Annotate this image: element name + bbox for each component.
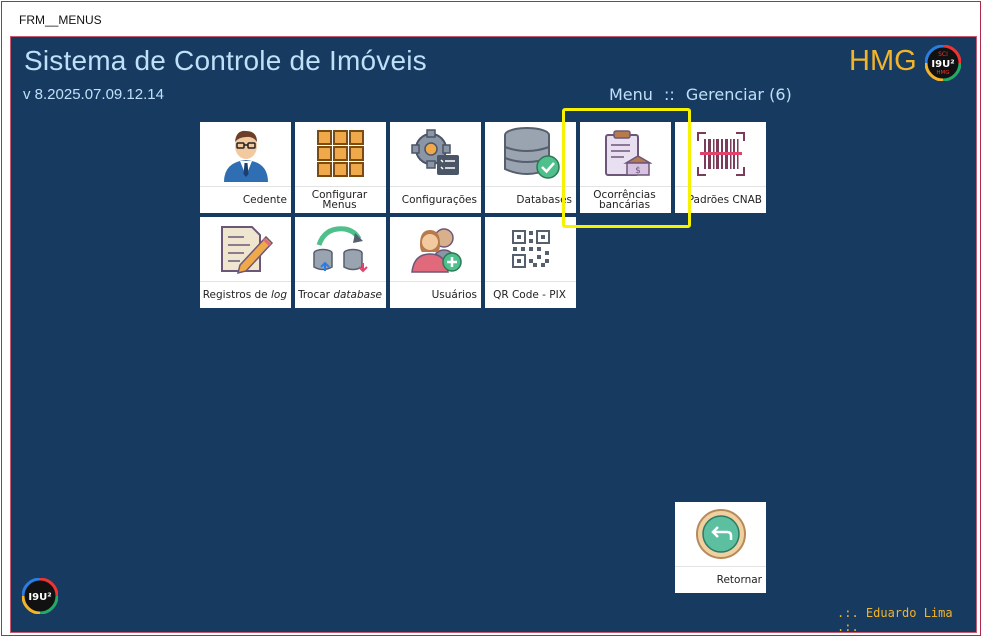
tile-label-line2: bancárias [598,198,651,211]
version-label: v 8.2025.07.09.12.14 [23,86,164,103]
window-title: FRM__MENUS [19,13,102,27]
tile-databases[interactable]: Databases [485,122,576,213]
app-title: Sistema de Controle de Imóveis [24,45,427,76]
tile-trocar-database[interactable]: Trocar database [295,217,386,308]
tile-configurar-menus[interactable]: Configurar Menus [295,122,386,213]
tile-label: Ocorrências bancárias [582,188,667,211]
tile-label: Padrões CNAB [687,193,762,206]
environment-label: HMG [849,45,917,77]
footer-user-name: .:. Eduardo Lima .:. [837,606,953,634]
tile-label-emphasis: log [270,288,287,301]
breadcrumb-current: Gerenciar (6) [685,85,792,104]
tile-label-prefix: Trocar [298,288,334,301]
switch-database-icon [295,217,386,281]
tile-registros-de-log[interactable]: Registros de log [200,217,291,308]
tile-qr-code-pix[interactable]: QR Code - PIX [485,217,576,308]
footer-logo-badge-icon: I9U² [21,577,59,615]
badge-main-text: I9U² [931,59,954,70]
barcode-icon [675,122,766,186]
bank-document-icon: $ [580,122,671,186]
tile-usuarios[interactable]: Usuários [390,217,481,308]
back-arrow-icon [675,502,766,566]
tile-label-emphasis: database [333,288,382,301]
svg-text:$: $ [635,166,641,176]
tile-label: Cedente [242,193,287,206]
tile-label: Retornar [716,573,762,586]
tile-retornar[interactable]: Retornar [675,502,766,593]
tile-label-line1: Configurar [311,188,368,201]
add-user-icon [390,217,481,281]
edit-document-icon [200,217,291,281]
breadcrumb-separator: :: [664,85,675,104]
tile-cedente[interactable]: Cedente [200,122,291,213]
window-titlebar: FRM__MENUS [2,2,980,34]
tile-label: Usuários [431,288,477,301]
tile-label: QR Code - PIX [493,288,566,301]
database-check-icon [485,122,576,186]
main-panel: Sistema de Controle de Imóveis v 8.2025.… [10,36,977,634]
grid-icon [295,122,386,186]
user-tie-icon [200,122,291,186]
tile-label: Trocar database [297,283,382,306]
tile-label-prefix: Registros de [202,288,271,301]
footer-logo-badge: I9U² [21,577,59,615]
breadcrumb: Menu :: Gerenciar (6) [609,85,792,104]
tile-padroes-cnab[interactable]: Padrões CNAB [675,122,766,213]
tile-label-line2: Menus [322,198,357,211]
tile-label: Configurações [401,193,477,206]
logo-badge-icon: SCI I9U² HMG [924,44,962,82]
tile-configuracoes[interactable]: Configurações [390,122,481,213]
footer-badge-text: I9U² [28,592,51,603]
breadcrumb-menu: Menu [609,85,653,104]
logo-badge: SCI I9U² HMG [924,44,962,82]
tile-label: Registros de log [202,283,287,306]
badge-bottom-text: HMG [936,70,949,76]
gear-settings-icon [390,122,481,186]
tile-label: Databases [516,193,572,206]
tile-ocorrencias-bancarias[interactable]: $ Ocorrências bancárias [580,122,671,213]
qr-code-icon [485,217,576,281]
tile-label-line1: Ocorrências [593,188,656,201]
tile-label: Configurar Menus [297,188,382,211]
badge-top-text: SCI [938,51,948,58]
